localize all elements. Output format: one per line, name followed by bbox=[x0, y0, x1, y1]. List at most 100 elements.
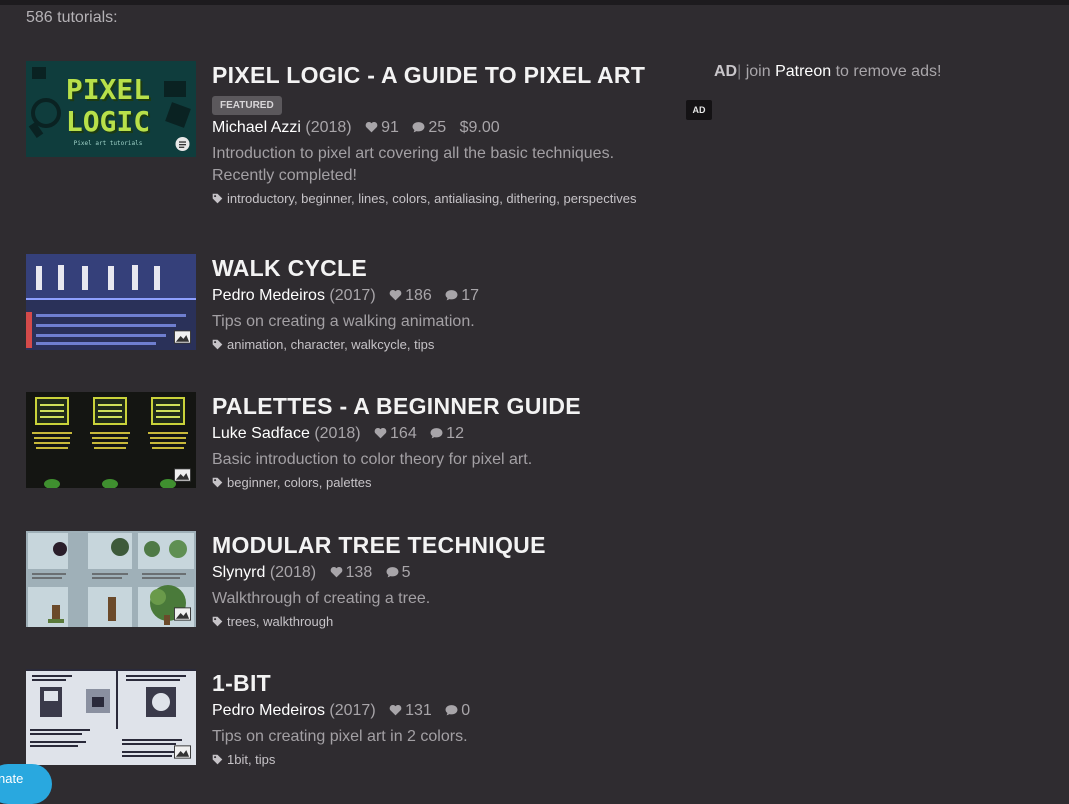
tutorial-title[interactable]: WALK CYCLE bbox=[212, 254, 702, 282]
walk-cycle-artwork bbox=[26, 254, 196, 350]
thumb-caption: Pixel art tutorials bbox=[74, 140, 143, 147]
ad-separator: | bbox=[737, 63, 742, 80]
image-icon bbox=[174, 468, 191, 482]
image-icon bbox=[174, 607, 191, 621]
tutorial-thumbnail[interactable] bbox=[26, 254, 196, 350]
article-icon bbox=[175, 137, 190, 151]
tutorial-meta: Slynyrd (2018) 138 5 bbox=[212, 562, 702, 584]
comments-count: 17 bbox=[461, 287, 480, 304]
comment-icon bbox=[430, 428, 443, 439]
tags-text[interactable]: introductory, beginner, lines, colors, a… bbox=[227, 191, 636, 206]
likes-stat: 131 bbox=[389, 702, 432, 719]
tutorial-thumbnail[interactable] bbox=[26, 669, 196, 765]
tutorial-description: Basic introduction to color theory for p… bbox=[212, 451, 533, 468]
tag-list: beginner, colors, palettes bbox=[212, 475, 702, 490]
tutorial-description: Tips on creating a walking animation. bbox=[212, 313, 475, 330]
likes-stat: 164 bbox=[374, 425, 417, 442]
comments-stat: 17 bbox=[445, 287, 479, 304]
tutorial-title[interactable]: 1-BIT bbox=[212, 669, 702, 697]
one-bit-artwork bbox=[26, 669, 196, 765]
comments-count: 25 bbox=[428, 119, 447, 136]
likes-stat: 186 bbox=[389, 287, 432, 304]
tutorial-info: WALK CYCLE Pedro Medeiros (2017) 186 17 … bbox=[212, 254, 702, 352]
tutorial-title[interactable]: PALETTES - A BEGINNER GUIDE bbox=[212, 392, 702, 420]
tutorial-meta: Luke Sadface (2018) 164 12 bbox=[212, 423, 702, 445]
tag-icon bbox=[212, 754, 223, 765]
likes-count: 138 bbox=[345, 564, 373, 581]
likes-count: 131 bbox=[405, 702, 432, 719]
palettes-artwork bbox=[26, 392, 196, 488]
tutorial-year: (2017) bbox=[329, 287, 376, 304]
sidebar-ad-notice: AD| join Patreon to remove ads! bbox=[714, 63, 941, 81]
tag-list: animation, character, walkcycle, tips bbox=[212, 337, 702, 352]
thumb-logo-bottom: LOGIC bbox=[66, 105, 150, 138]
tutorial-info: MODULAR TREE TECHNIQUE Slynyrd (2018) 13… bbox=[212, 531, 702, 629]
description-line: Recently completed! bbox=[212, 167, 357, 184]
tags-text[interactable]: beginner, colors, palettes bbox=[227, 475, 372, 490]
join-text: join bbox=[745, 63, 771, 80]
heart-icon bbox=[330, 566, 342, 578]
tutorial-meta: Michael Azzi (2018) 91 25 $9.00 bbox=[212, 117, 702, 139]
price-stat: $9.00 bbox=[460, 119, 500, 136]
tutorial-title[interactable]: MODULAR TREE TECHNIQUE bbox=[212, 531, 702, 559]
tutorial-info: PIXEL LOGIC - A GUIDE TO PIXEL ART FEATU… bbox=[212, 61, 702, 206]
comments-count: 5 bbox=[401, 564, 411, 581]
modular-tree-artwork bbox=[26, 531, 196, 627]
tutorial-title[interactable]: PIXEL LOGIC - A GUIDE TO PIXEL ART bbox=[212, 61, 702, 89]
pixel-logic-artwork: PIXEL PIXEL LOGIC LOGIC Pixel art tutori… bbox=[26, 61, 196, 157]
likes-count: 186 bbox=[405, 287, 432, 304]
ad-label: AD bbox=[714, 63, 738, 80]
author-link[interactable]: Slynyrd bbox=[212, 564, 265, 581]
remove-ads-text: to remove ads! bbox=[835, 63, 942, 80]
author-link[interactable]: Luke Sadface bbox=[212, 425, 310, 442]
tutorial-year: (2017) bbox=[329, 702, 376, 719]
tutorial-info: PALETTES - A BEGINNER GUIDE Luke Sadface… bbox=[212, 392, 702, 490]
price-value: 9.00 bbox=[468, 119, 500, 136]
author-link[interactable]: Michael Azzi bbox=[212, 119, 301, 136]
tutorial-thumbnail[interactable] bbox=[26, 531, 196, 627]
comments-stat: 25 bbox=[412, 119, 446, 136]
thumb-logo-top: PIXEL bbox=[66, 73, 150, 106]
comments-stat: 12 bbox=[430, 425, 464, 442]
tutorial-meta: Pedro Medeiros (2017) 186 17 bbox=[212, 285, 702, 307]
top-bar bbox=[0, 0, 1069, 5]
heart-icon bbox=[389, 704, 402, 716]
tutorial-thumbnail[interactable]: PIXEL PIXEL LOGIC LOGIC Pixel art tutori… bbox=[26, 61, 196, 157]
comment-icon bbox=[412, 122, 425, 133]
author-link[interactable]: Pedro Medeiros bbox=[212, 702, 325, 719]
author-link[interactable]: Pedro Medeiros bbox=[212, 287, 325, 304]
comments-stat: 0 bbox=[445, 702, 470, 719]
featured-badge: FEATURED bbox=[212, 96, 282, 115]
comments-stat: 5 bbox=[386, 564, 411, 581]
likes-count: 164 bbox=[390, 425, 417, 442]
tag-list: introductory, beginner, lines, colors, a… bbox=[212, 191, 702, 206]
tags-text[interactable]: trees, walkthrough bbox=[227, 614, 333, 629]
patreon-link[interactable]: Patreon bbox=[775, 63, 831, 80]
image-icon bbox=[174, 330, 191, 344]
tutorial-description: Introduction to pixel art covering all t… bbox=[212, 143, 702, 187]
donate-button[interactable]: nate bbox=[0, 764, 52, 804]
heart-icon bbox=[374, 427, 387, 439]
tags-text[interactable]: 1bit, tips bbox=[227, 752, 275, 767]
tutorial-year: (2018) bbox=[269, 564, 317, 581]
tutorial-year: (2018) bbox=[305, 119, 352, 136]
tutorial-thumbnail[interactable] bbox=[26, 392, 196, 488]
tutorial-count: 586 tutorials: bbox=[26, 9, 118, 26]
comments-count: 0 bbox=[461, 702, 471, 719]
heart-icon bbox=[365, 121, 378, 133]
image-icon bbox=[174, 745, 191, 759]
comment-icon bbox=[386, 567, 399, 578]
comments-count: 12 bbox=[446, 425, 464, 442]
tag-icon bbox=[212, 193, 223, 204]
tutorial-description: Walkthrough of creating a tree. bbox=[212, 590, 431, 607]
description-line: Introduction to pixel art covering all t… bbox=[212, 145, 615, 162]
tag-list: 1bit, tips bbox=[212, 752, 702, 767]
tag-icon bbox=[212, 616, 223, 627]
tags-text[interactable]: animation, character, walkcycle, tips bbox=[227, 337, 434, 352]
comment-icon bbox=[445, 290, 458, 301]
tutorial-description: Tips on creating pixel art in 2 colors. bbox=[212, 728, 468, 745]
tag-icon bbox=[212, 477, 223, 488]
tag-icon bbox=[212, 339, 223, 350]
likes-count: 91 bbox=[381, 119, 399, 136]
tutorial-meta: Pedro Medeiros (2017) 131 0 bbox=[212, 700, 702, 722]
